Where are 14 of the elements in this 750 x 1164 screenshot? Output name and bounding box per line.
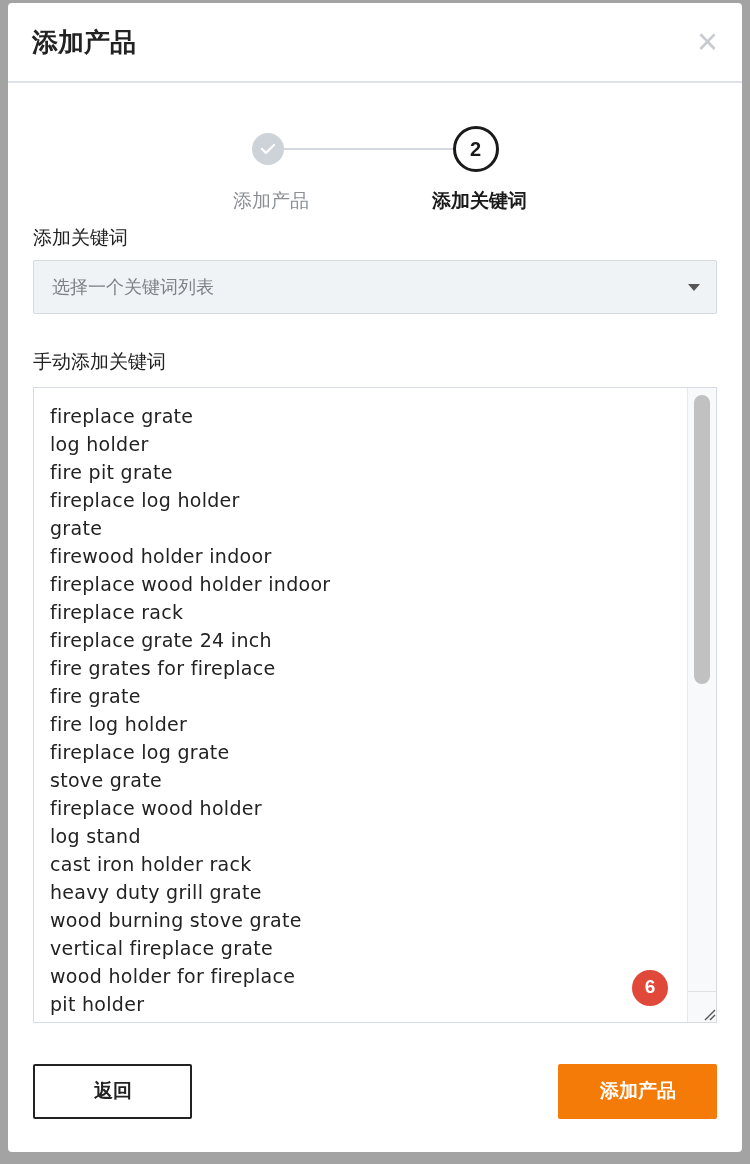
dialog-title: 添加产品 xyxy=(32,25,136,59)
field-label: 添加关键词 xyxy=(33,225,129,250)
step-number: 2 xyxy=(452,126,499,172)
scrollbar-thumb[interactable] xyxy=(694,394,710,684)
resize-handle-icon[interactable] xyxy=(687,990,717,1022)
step-label: 添加产品 xyxy=(232,189,310,213)
back-button[interactable]: 返回 xyxy=(33,1063,192,1119)
add-product-button[interactable]: 添加产品 xyxy=(558,1063,717,1119)
caret-icon xyxy=(688,283,700,291)
step-label: 添加关键词 xyxy=(430,189,528,213)
keyword-list-select[interactable]: 选择一个关键词列表 xyxy=(33,260,717,314)
keyword-textarea[interactable]: fireplace grate log holder fire pit grate fireplace log holder grate firewood holder indoor fireplace wood holder indoor fireplace rack fireplace grate 24 inch fire grates for fireplace fire grate fire log holder fireplace log grate stove grate fireplace wood holder log stand cast iron holder rack heavy duty grill grate wood burning stove grate vertical fireplace grate wood holder for fireplace pit holder 6 xyxy=(33,386,717,1023)
select-placeholder: 选择一个关键词列表 xyxy=(52,275,214,299)
field-label: 手动添加关键词 xyxy=(33,350,167,374)
